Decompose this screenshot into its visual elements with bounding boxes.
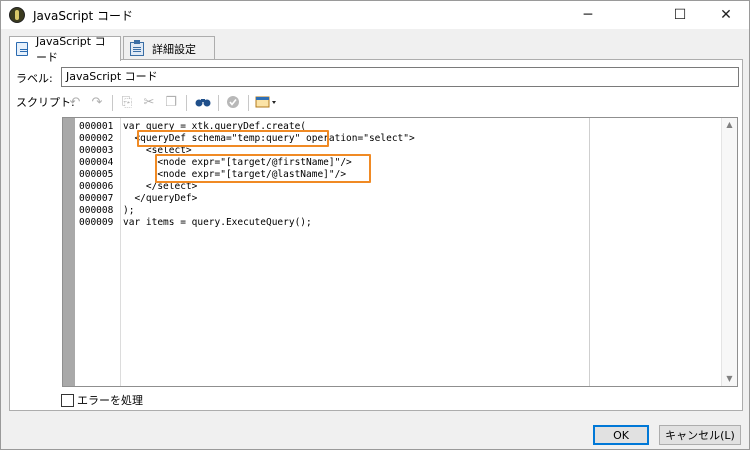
- dialog-window: JavaScript コード ─ ☐ ✕ JavaScript コード 詳細設定…: [0, 0, 750, 450]
- tab-advanced-settings[interactable]: 詳細設定: [123, 36, 215, 60]
- highlight-querydef-schema: [137, 130, 329, 147]
- line-number: 000009: [79, 217, 114, 228]
- line-number: 000002: [79, 133, 114, 144]
- script-doc-icon: [16, 42, 28, 56]
- paste-icon[interactable]: ❐: [162, 93, 180, 111]
- line-number: 000008: [79, 205, 114, 216]
- minimize-icon[interactable]: ─: [565, 1, 611, 29]
- vertical-scrollbar[interactable]: ▲ ▼: [721, 118, 737, 386]
- label-input[interactable]: JavaScript コード: [61, 67, 739, 87]
- app-logo-icon: [9, 7, 25, 23]
- handle-errors-label: エラーを処理: [77, 394, 143, 407]
- code-line: );: [123, 205, 135, 216]
- highlight-node-exprs: [155, 154, 371, 183]
- clipboard-icon: [130, 39, 144, 56]
- label-caption: ラベル:: [16, 72, 53, 85]
- tab-label: JavaScript コード: [35, 35, 106, 64]
- find-binoculars-icon[interactable]: [194, 93, 212, 111]
- line-number: 000005: [79, 169, 114, 180]
- line-number-gutter: 000001 000002 000003 000004 000005 00000…: [75, 118, 121, 386]
- toolbar-separator: [186, 95, 187, 111]
- handle-errors-checkbox[interactable]: [61, 393, 74, 407]
- script-editor[interactable]: 000001 000002 000003 000004 000005 00000…: [62, 117, 738, 387]
- tab-label: 詳細設定: [152, 42, 196, 56]
- toolbar-separator: [112, 95, 113, 111]
- toolbar-separator: [218, 95, 219, 111]
- maximize-icon[interactable]: ☐: [657, 1, 703, 29]
- editor-margin: [63, 118, 75, 386]
- undo-icon[interactable]: ↶: [66, 93, 84, 111]
- cancel-button[interactable]: キャンセル(L): [659, 425, 741, 445]
- tab-panel: ラベル: JavaScript コード スクリプト: ↶ ↷ ⎘ ✂ ❐ 000…: [9, 59, 743, 411]
- line-number: 000006: [79, 181, 114, 192]
- line-number: 000001: [79, 121, 114, 132]
- toolbar-separator: [248, 95, 249, 111]
- insert-dropdown-icon[interactable]: [254, 93, 280, 111]
- code-line: var items = query.ExecuteQuery();: [123, 217, 312, 228]
- line-number: 000003: [79, 145, 114, 156]
- ok-button[interactable]: OK: [593, 425, 649, 445]
- code-line: </queryDef>: [123, 193, 198, 204]
- title-bar[interactable]: JavaScript コード ─ ☐ ✕: [1, 1, 749, 29]
- code-text-area[interactable]: var query = xtk.queryDef.create( <queryD…: [121, 118, 589, 386]
- line-number: 000007: [79, 193, 114, 204]
- copy-icon[interactable]: ⎘: [118, 93, 136, 111]
- redo-icon[interactable]: ↷: [88, 93, 106, 111]
- check-syntax-icon[interactable]: [224, 93, 242, 111]
- close-icon[interactable]: ✕: [703, 1, 749, 29]
- tab-javascript-code[interactable]: JavaScript コード: [9, 35, 121, 64]
- cut-icon[interactable]: ✂: [140, 93, 158, 111]
- scroll-up-icon[interactable]: ▲: [722, 118, 737, 132]
- editor-split-line: [589, 118, 590, 386]
- window-title: JavaScript コード: [33, 9, 133, 23]
- handle-errors-option[interactable]: エラーを処理: [61, 392, 143, 408]
- scroll-down-icon[interactable]: ▼: [722, 372, 737, 386]
- line-number: 000004: [79, 157, 114, 168]
